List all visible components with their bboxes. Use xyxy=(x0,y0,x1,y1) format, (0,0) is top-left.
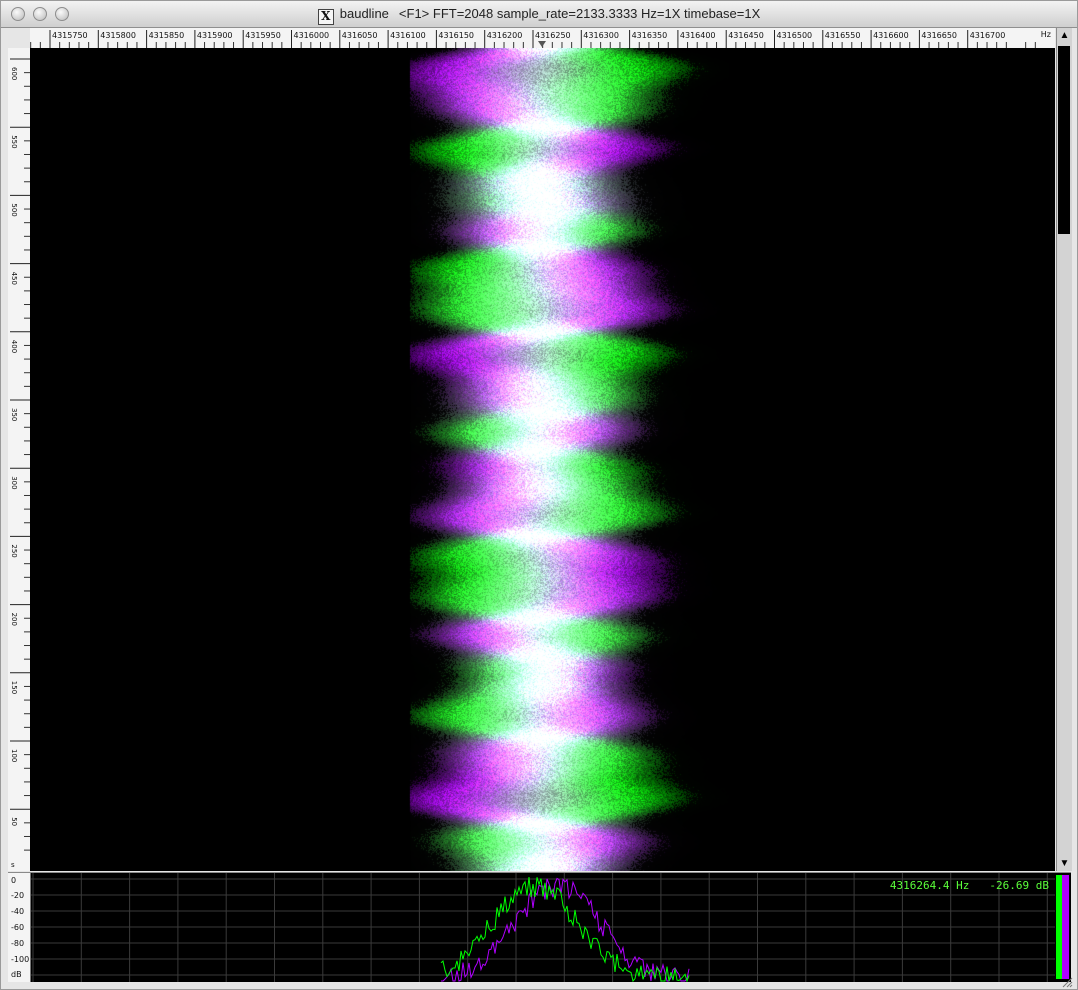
time-tick-label: 450 xyxy=(10,272,18,285)
cursor-readout: 4316264.4 Hz -26.69 dB xyxy=(870,879,1049,892)
spectrum-panel: 0 -20 -40 -60 -80 -100 dB 4316264.4 Hz -2… xyxy=(8,872,1071,982)
frequency-tick-label: 4316300 xyxy=(583,31,619,40)
frequency-tick-label: 4316700 xyxy=(970,31,1006,40)
db-tick: -100 xyxy=(11,955,30,964)
frequency-tick-label: 4316450 xyxy=(728,31,764,40)
time-tick-label: 550 xyxy=(10,135,18,148)
time-tick-label: 250 xyxy=(10,544,18,557)
db-unit-label: dB xyxy=(11,970,22,979)
frequency-tick-label: 4316650 xyxy=(921,31,957,40)
frequency-unit-label: Hz xyxy=(1040,30,1051,39)
readout-level: -26.69 dB xyxy=(989,879,1049,892)
vertical-scrollbar[interactable]: ▲ ▼ xyxy=(1056,28,1072,871)
spectrum-trace-b xyxy=(441,877,690,982)
frequency-tick-label: 4315850 xyxy=(149,31,185,40)
spectrogram-display[interactable] xyxy=(30,48,1055,871)
time-tick-label: 500 xyxy=(10,203,18,216)
resize-grip-icon[interactable] xyxy=(1061,976,1073,988)
time-tick-label: 300 xyxy=(10,476,18,489)
time-unit-label: s xyxy=(11,861,15,869)
spectrum-trace-a xyxy=(440,876,690,982)
frequency-ticks: 4315750 4315800 4315850 4315900 4315950 43160… xyxy=(30,30,1036,48)
frequency-tick-label: 4316100 xyxy=(390,31,426,40)
db-tick: -20 xyxy=(11,891,25,900)
time-ruler[interactable]: 600 550 500 450 400 350 300 250 200 150 100 50 s xyxy=(8,48,31,871)
time-tick-label: 600 xyxy=(10,67,18,80)
time-tick-label: 50 xyxy=(10,817,18,826)
frequency-tick-label: 4315750 xyxy=(52,31,88,40)
frequency-tick-label: 4316550 xyxy=(825,31,861,40)
db-tick: -60 xyxy=(11,923,25,932)
frequency-tick-label: 4315900 xyxy=(197,31,233,40)
spectrogram-canvas[interactable] xyxy=(30,48,1055,871)
ruler-corner xyxy=(8,28,30,48)
title-bar[interactable]: Xbaudline <F1> FFT=2048 sample_rate=2133.… xyxy=(1,1,1077,28)
window-title: Xbaudline <F1> FFT=2048 sample_rate=2133.… xyxy=(1,6,1077,25)
baudline-window: Xbaudline <F1> FFT=2048 sample_rate=2133.… xyxy=(0,0,1078,990)
spectrum-plot[interactable]: 4316264.4 Hz -26.69 dB xyxy=(31,873,1055,982)
app-name: baudline xyxy=(339,6,389,21)
channel-color-bar xyxy=(1056,875,1069,979)
frequency-ruler[interactable]: 4315750 4315800 4315850 4315900 4315950 43160… xyxy=(30,28,1055,49)
readout-frequency: 4316264.4 Hz xyxy=(889,879,970,892)
frequency-tick-label: 4315800 xyxy=(100,31,136,40)
frequency-tick-label: 4316600 xyxy=(873,31,909,40)
db-tick: -40 xyxy=(11,907,25,916)
frequency-tick-label: 4316350 xyxy=(632,31,668,40)
db-tick: 0 xyxy=(11,876,17,885)
frequency-tick-label: 4316200 xyxy=(487,31,523,40)
frequency-tick-label: 4316000 xyxy=(294,31,330,40)
frequency-tick-label: 4316250 xyxy=(535,31,571,40)
db-axis: 0 -20 -40 -60 -80 -100 dB xyxy=(8,873,31,982)
frequency-tick-label: 4316500 xyxy=(777,31,813,40)
time-tick-label: 350 xyxy=(10,408,18,421)
time-ticks: 600 550 500 450 400 350 300 250 200 150 100 50 xyxy=(10,58,30,851)
arrow-down-icon[interactable]: ▼ xyxy=(1057,856,1072,871)
frequency-tick-label: 4316400 xyxy=(680,31,716,40)
time-tick-label: 150 xyxy=(10,681,18,694)
time-tick-label: 200 xyxy=(10,613,18,626)
frequency-tick-label: 4315950 xyxy=(245,31,281,40)
time-tick-label: 100 xyxy=(10,749,18,762)
title-text: <F1> FFT=2048 sample_rate=2133.3333 Hz=1… xyxy=(398,6,761,21)
triangle-down-icon[interactable] xyxy=(538,41,546,47)
arrow-up-icon[interactable]: ▲ xyxy=(1057,28,1072,43)
time-tick-label: 400 xyxy=(10,340,18,353)
db-tick: -80 xyxy=(11,939,25,948)
frequency-tick-label: 4316050 xyxy=(342,31,378,40)
frequency-tick-label: 4316150 xyxy=(438,31,474,40)
x11-icon: X xyxy=(317,9,334,25)
scrollbar-thumb[interactable] xyxy=(1058,46,1070,234)
